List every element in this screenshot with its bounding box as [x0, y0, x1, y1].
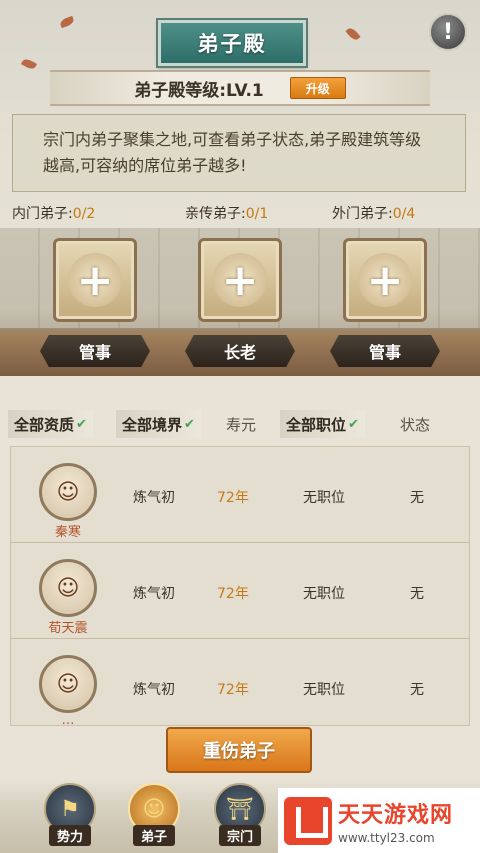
plus-icon: + — [358, 253, 412, 307]
filter-label: 全部职位 — [286, 415, 347, 434]
chevron-down-icon: ✔ — [348, 416, 359, 432]
disciple-counts: 内门弟子:0/2 亲传弟子:0/1 外门弟子:0/4 — [0, 199, 480, 227]
page-title-banner: 弟子殿 — [158, 20, 306, 66]
disciple-position: 无职位 — [303, 586, 345, 602]
avatar: ☺ — [39, 655, 97, 713]
disciple-status: 无 — [410, 490, 424, 506]
avatar: ☺ — [39, 559, 97, 617]
hall-level: 弟子殿等级:LV.1 — [134, 80, 264, 101]
watermark-title: 天天游戏网 — [338, 802, 454, 828]
list-item[interactable]: ☺ 荀天震 炼气初 72年 无职位 无 — [11, 543, 469, 639]
disciple-realm: 炼气初 — [133, 586, 175, 602]
disciple-position: 无职位 — [303, 490, 345, 506]
disciple-name: … — [61, 713, 75, 726]
filter-lifespan[interactable]: 寿元 — [220, 410, 262, 438]
seat-slot-elder[interactable]: + — [198, 238, 282, 322]
description-box: 宗门内弟子聚集之地,可查看弟子状态,弟子殿建筑等级越高,可容纳的席位弟子越多! — [12, 114, 466, 192]
disciple-position: 无职位 — [303, 682, 345, 698]
avatar: ☺ — [39, 463, 97, 521]
disciple-realm: 炼气初 — [133, 682, 175, 698]
role-label: 管事 — [40, 335, 150, 367]
chevron-down-icon: ✔ — [76, 416, 87, 432]
filter-realm[interactable]: 全部境界 ✔ — [116, 410, 201, 438]
disciple-name: 秦寒 — [54, 525, 81, 540]
count-outer: 外门弟子:0/4 — [332, 203, 415, 223]
nav-label: 势力 — [48, 825, 91, 846]
list-item[interactable]: ☺ 秦寒 炼气初 72年 无职位 无 — [11, 447, 469, 543]
filter-bar: 全部资质 ✔ 全部境界 ✔ 寿元 全部职位 ✔ 状态 — [0, 410, 480, 440]
watermark-logo — [284, 796, 332, 845]
disciple-age: 72年 — [217, 682, 249, 698]
nav-item-faction[interactable]: ⚑ 势力 — [38, 780, 102, 846]
disciple-name: 荀天震 — [48, 621, 88, 636]
nav-label: 宗门 — [218, 825, 261, 846]
nav-label: 弟子 — [132, 825, 175, 846]
count-label: 外门弟子: — [332, 206, 393, 222]
disciple-list[interactable]: ☺ 秦寒 炼气初 72年 无职位 无 ☺ 荀天震 炼气初 72年 无职位 无 ☺… — [10, 446, 470, 726]
seat-slot-manager-right[interactable]: + — [343, 238, 427, 322]
filter-quality[interactable]: 全部资质 ✔ — [8, 410, 93, 438]
level-bar: 弟子殿等级:LV.1 升级 — [50, 70, 430, 106]
seat-slot-manager-left[interactable]: + — [53, 238, 137, 322]
watermark-text: 天天游戏网 www.ttyl23.com — [338, 797, 453, 845]
disciple-age: 72年 — [217, 586, 249, 602]
watermark: 天天游戏网 www.ttyl23.com — [278, 788, 480, 853]
disciple-status: 无 — [410, 586, 424, 602]
injured-disciples-button[interactable]: 重伤弟子 — [166, 727, 312, 773]
role-label: 长老 — [185, 335, 295, 367]
chevron-down-icon: ✔ — [184, 416, 195, 432]
filter-label: 全部资质 — [14, 415, 75, 434]
count-value: 0/1 — [245, 206, 269, 222]
disciple-status: 无 — [410, 682, 424, 698]
count-direct: 亲传弟子:0/1 — [185, 203, 268, 223]
page-title: 弟子殿 — [197, 32, 267, 56]
question-icon[interactable]: ! — [429, 13, 467, 51]
count-value: 0/4 — [392, 206, 416, 222]
description-text: 宗门内弟子聚集之地,可查看弟子状态,弟子殿建筑等级越高,可容纳的席位弟子越多! — [43, 130, 422, 175]
upgrade-button[interactable]: 升级 — [289, 77, 346, 99]
count-label: 内门弟子: — [12, 206, 73, 222]
plus-icon: + — [68, 253, 122, 307]
count-inner: 内门弟子:0/2 — [12, 203, 95, 223]
disciple-age: 72年 — [217, 490, 249, 506]
plus-icon: + — [213, 253, 267, 307]
watermark-url: www.ttyl23.com — [338, 830, 435, 845]
list-item[interactable]: ☺ … 炼气初 72年 无职位 无 — [11, 639, 469, 726]
count-label: 亲传弟子: — [185, 206, 246, 222]
count-value: 0/2 — [72, 206, 96, 222]
nav-item-sect[interactable]: ⛩ 宗门 — [208, 780, 272, 846]
nav-item-disciples[interactable]: ☺ 弟子 — [122, 780, 186, 846]
disciple-realm: 炼气初 — [133, 490, 175, 506]
role-label: 管事 — [330, 335, 440, 367]
filter-label: 全部境界 — [122, 415, 183, 434]
filter-position[interactable]: 全部职位 ✔ — [280, 410, 365, 438]
filter-status[interactable]: 状态 — [394, 410, 436, 438]
